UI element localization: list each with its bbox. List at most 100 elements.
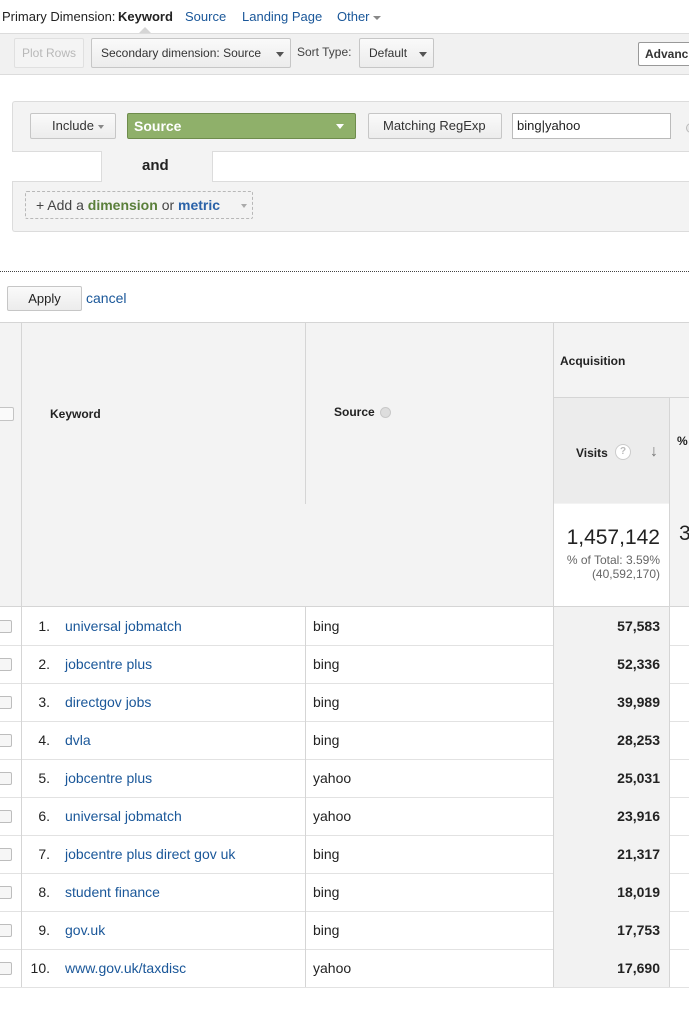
dimension-tab-other[interactable]: Other [337,9,381,24]
visits-cell: 17,753 [554,911,669,949]
visits-value: 57,583 [617,618,660,634]
column-header-source[interactable]: Source [334,405,391,419]
source-value: bing [313,922,340,938]
row-index: 2. [38,656,50,672]
column-header-visits[interactable]: Visits [576,446,608,460]
table-row[interactable]: 4. dvla bing 28,253 [0,721,689,760]
cancel-link[interactable]: cancel [86,290,126,306]
add-dimension-or-metric-button[interactable]: + Add a dimension or metric [25,191,253,219]
dimension-tab-landing-page[interactable]: Landing Page [242,9,322,24]
table-row[interactable]: 5. jobcentre plus yahoo 25,031 [0,759,689,798]
filter-dimension-dropdown[interactable]: Source [127,113,356,139]
keyword-link[interactable]: jobcentre plus [65,656,152,672]
chevron-down-icon [336,124,344,129]
add-or-word: or [161,197,175,213]
row-index: 10. [30,960,50,976]
primary-dimension-label: Primary Dimension: [2,9,116,24]
and-label: and [142,157,169,174]
source-value: bing [313,694,340,710]
keyword-link[interactable]: gov.uk [65,922,105,938]
row-checkbox[interactable] [0,924,12,937]
row-checkbox[interactable] [0,696,12,709]
add-dimension-word: dimension [87,197,158,213]
table-row[interactable]: 3. directgov jobs bing 39,989 [0,683,689,722]
source-value: bing [313,656,340,672]
visits-value: 18,019 [617,884,660,900]
table-row[interactable]: 1. universal jobmatch bing 57,583 [0,607,689,646]
column-divider [553,322,554,987]
visits-cell: 57,583 [554,607,669,645]
keyword-link[interactable]: universal jobmatch [65,808,182,824]
chevron-down-icon [276,52,284,57]
dimension-tab-keyword[interactable]: Keyword [118,9,173,24]
source-value: bing [313,884,340,900]
dimension-tab-other-label: Other [337,9,370,24]
sort-type-value: Default [369,46,408,60]
column-header-pct[interactable]: % [677,434,688,448]
row-index: 8. [38,884,50,900]
add-metric-word: metric [178,197,221,213]
column-divider [21,322,22,987]
filter-expression-input[interactable]: bing|yahoo [512,113,671,139]
visits-value: 52,336 [617,656,660,672]
source-value: yahoo [313,770,352,786]
total-site-visits: (40,592,170) [591,567,660,581]
keyword-link[interactable]: universal jobmatch [65,618,182,634]
match-type-dropdown[interactable]: Matching RegExp [368,113,502,139]
visits-cell: 17,690 [554,949,669,987]
row-index: 3. [38,694,50,710]
remove-secondary-dimension-icon[interactable] [379,407,391,419]
divider [0,271,689,272]
row-checkbox[interactable] [0,658,12,671]
primary-dimension-bar: Primary Dimension: Keyword Source Landin… [0,0,689,33]
table-row[interactable]: 10. www.gov.uk/taxdisc yahoo 17,690 [0,949,689,988]
row-index: 6. [38,808,50,824]
row-checkbox[interactable] [0,734,12,747]
sort-type-dropdown[interactable]: Default [359,38,434,68]
secondary-dimension-dropdown[interactable]: Secondary dimension: Source [91,38,291,68]
include-dropdown[interactable]: Include [30,113,116,139]
dimension-tab-source[interactable]: Source [185,9,226,24]
column-header-keyword[interactable]: Keyword [50,407,101,421]
table-row[interactable]: 9. gov.uk bing 17,753 [0,911,689,950]
row-checkbox[interactable] [0,886,12,899]
keyword-link[interactable]: jobcentre plus direct gov uk [65,846,235,862]
sort-descending-icon[interactable]: ↓ [650,443,658,461]
select-all-checkbox[interactable] [0,407,14,421]
row-checkbox[interactable] [0,848,12,861]
visits-cell: 39,989 [554,683,669,721]
secondary-dimension-label: Secondary dimension: Source [101,46,262,60]
column-divider [305,607,306,987]
totals-row: 1,457,142 % of Total: 3.59% (40,592,170)… [0,504,689,607]
help-icon[interactable]: ? [615,444,631,460]
keyword-link[interactable]: student finance [65,884,160,900]
row-checkbox[interactable] [0,962,12,975]
visits-cell: 23,916 [554,797,669,835]
visits-value: 17,753 [617,922,660,938]
row-checkbox[interactable] [0,772,12,785]
keyword-link[interactable]: directgov jobs [65,694,151,710]
visits-cell: 18,019 [554,873,669,911]
row-checkbox[interactable] [0,620,12,633]
table-row[interactable]: 6. universal jobmatch yahoo 23,916 [0,797,689,836]
table-row[interactable]: 7. jobcentre plus direct gov uk bing 21,317 [0,835,689,874]
visits-value: 17,690 [617,960,660,976]
visits-value: 23,916 [617,808,660,824]
plot-rows-button[interactable]: Plot Rows [14,38,84,68]
source-value: bing [313,846,340,862]
row-index: 7. [38,846,50,862]
keyword-link[interactable]: dvla [65,732,91,748]
apply-button[interactable]: Apply [7,286,82,311]
totals-visits-cell: 1,457,142 % of Total: 3.59% (40,592,170) [554,504,669,606]
visits-value: 28,253 [617,732,660,748]
table-row[interactable]: 8. student finance bing 18,019 [0,873,689,912]
keyword-link[interactable]: jobcentre plus [65,770,152,786]
chevron-down-icon [419,52,427,57]
total-visits: 1,457,142 [566,526,660,549]
and-connector-right [212,151,689,182]
row-checkbox[interactable] [0,810,12,823]
total-next-column-value: 3 [679,522,689,545]
keyword-link[interactable]: www.gov.uk/taxdisc [65,960,186,976]
advanced-button[interactable]: Advanc [638,42,689,66]
table-row[interactable]: 2. jobcentre plus bing 52,336 [0,645,689,684]
